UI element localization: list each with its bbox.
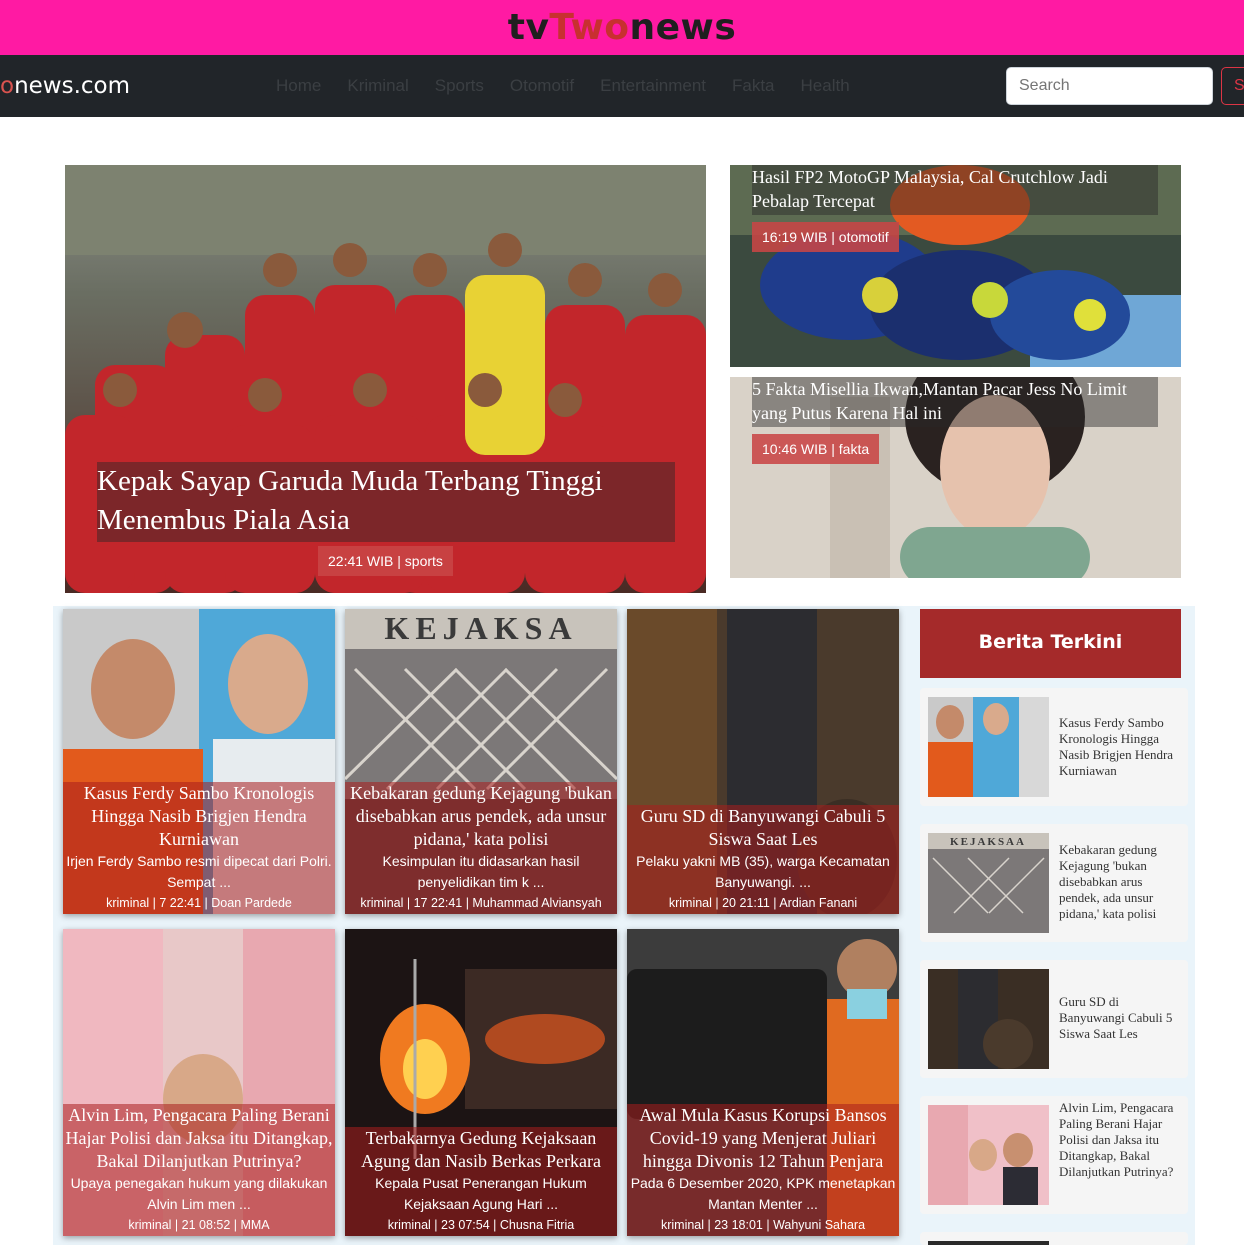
nav-link-otomotif[interactable]: Otomotif	[510, 76, 574, 96]
card-title[interactable]: Alvin Lim, Pengacara Paling Berani Hajar…	[65, 1104, 333, 1173]
news-card[interactable]: Awal Mula Kasus Korupsi Bansos Covid-19 …	[627, 929, 899, 1236]
card-desc: Upaya penegakan hukum yang dilakukan Alv…	[70, 1175, 328, 1212]
card-title[interactable]: Terbakarnya Gedung Kejaksaan Agung dan N…	[347, 1127, 615, 1173]
site-title-part: tv	[507, 7, 550, 48]
card-overlay: Awal Mula Kasus Korupsi Bansos Covid-19 …	[627, 1104, 899, 1236]
nav-link-kriminal[interactable]: Kriminal	[347, 76, 408, 96]
sidebar-item[interactable]: KEJAKSAA Kebakaran gedung Kejagung 'buka…	[920, 824, 1188, 942]
nav-link-home[interactable]: Home	[276, 76, 321, 96]
card-overlay: Terbakarnya Gedung Kejaksaan Agung dan N…	[345, 1127, 617, 1236]
site-title[interactable]: tvTwonews	[0, 0, 1244, 55]
hero-bottom-right-article[interactable]: 5 Fakta Misellia Ikwan,Mantan Pacar Jess…	[730, 377, 1181, 578]
nav-link-entertainment[interactable]: Entertainment	[600, 76, 706, 96]
news-card[interactable]: Guru SD di Banyuwangi Cabuli 5 Siswa Saa…	[627, 609, 899, 914]
navbar-brand-part: news.com	[14, 73, 131, 99]
card-desc: Pelaku yakni MB (35), warga Kecamatan Ba…	[636, 853, 890, 890]
card-meta: kriminal | 20 21:11 | Ardian Fanani	[668, 896, 858, 910]
search-input[interactable]	[1006, 67, 1213, 105]
nav-link-sports[interactable]: Sports	[435, 76, 484, 96]
sidebar-item-title[interactable]: Kasus Ferdy Sambo Kronologis Hingga Nasi…	[1059, 715, 1177, 779]
kejaksaan-sign-small: KEJAKSAA	[950, 836, 1026, 848]
hero-bottom-right-title[interactable]: 5 Fakta Misellia Ikwan,Mantan Pacar Jess…	[752, 377, 1158, 427]
card-title[interactable]: Awal Mula Kasus Korupsi Bansos Covid-19 …	[629, 1104, 897, 1173]
sidebar-item[interactable]: Alvin Lim, Pengacara Paling Berani Hajar…	[920, 1096, 1188, 1214]
card-meta: kriminal | 23 07:54 | Chusna Fitria	[387, 1218, 575, 1232]
hero-main-title[interactable]: Kepak Sayap Garuda Muda Terbang Tinggi M…	[97, 462, 675, 542]
sidebar-item[interactable]: Kasus Ferdy Sambo Kronologis Hingga Nasi…	[920, 688, 1188, 806]
hero-main-article[interactable]: Kepak Sayap Garuda Muda Terbang Tinggi M…	[65, 165, 706, 593]
news-card[interactable]: KEJAKSA Kebakaran gedung Kejagung 'bukan…	[345, 609, 617, 914]
hero-bottom-right-meta: 10:46 WIB | fakta	[752, 434, 880, 464]
card-title[interactable]: Guru SD di Banyuwangi Cabuli 5 Siswa Saa…	[629, 805, 897, 851]
sidebar-item-title[interactable]: Kebakaran gedung Kejagung 'bukan disebab…	[1059, 842, 1177, 922]
search-button[interactable]: Search	[1221, 67, 1244, 105]
card-desc: Kesimpulan itu didasarkan hasil penyelid…	[382, 853, 580, 890]
card-meta: kriminal | 21 08:52 | MMA	[128, 1218, 270, 1232]
card-meta: kriminal | 7 22:41 | Doan Pardede	[106, 896, 292, 910]
card-desc: Kepala Pusat Penerangan Hukum Kejaksaan …	[375, 1175, 587, 1212]
sidebar-thumbnail	[928, 697, 1049, 797]
card-title[interactable]: Kasus Ferdy Sambo Kronologis Hingga Nasi…	[65, 782, 333, 851]
sidebar-thumbnail	[928, 1105, 1049, 1205]
hero-main-meta: 22:41 WIB | sports	[318, 546, 453, 576]
nav-link-health[interactable]: Health	[801, 76, 850, 96]
site-header: tvTwonews	[0, 0, 1244, 55]
card-overlay: Guru SD di Banyuwangi Cabuli 5 Siswa Saa…	[627, 805, 899, 914]
nav-links: Home Kriminal Sports Otomotif Entertainm…	[276, 76, 850, 96]
navbar-brand[interactable]: onews.com	[0, 73, 130, 99]
news-card[interactable]: Terbakarnya Gedung Kejaksaan Agung dan N…	[345, 929, 617, 1236]
navbar-brand-part: o	[0, 73, 15, 99]
news-card[interactable]: Alvin Lim, Pengacara Paling Berani Hajar…	[63, 929, 335, 1236]
site-title-part: Two	[549, 7, 630, 48]
sidebar-item[interactable]: Guru SD di Banyuwangi Cabuli 5 Siswa Saa…	[920, 960, 1188, 1078]
sidebar-thumbnail	[928, 969, 1049, 1069]
hero-top-right-title[interactable]: Hasil FP2 MotoGP Malaysia, Cal Crutchlow…	[752, 165, 1158, 215]
site-title-part: news	[629, 7, 737, 48]
sidebar-header: Berita Terkini	[920, 609, 1181, 678]
sidebar-thumbnail	[928, 1241, 1049, 1245]
card-desc: Irjen Ferdy Sambo resmi dipecat dari Pol…	[66, 853, 332, 890]
sidebar-item-title[interactable]: Guru SD di Banyuwangi Cabuli 5 Siswa Saa…	[1059, 994, 1177, 1042]
card-meta: kriminal | 23 18:01 | Wahyuni Sahara	[660, 1218, 866, 1232]
hero-top-right-article[interactable]: Hasil FP2 MotoGP Malaysia, Cal Crutchlow…	[730, 165, 1181, 367]
navbar: onews.com Home Kriminal Sports Otomotif …	[0, 55, 1244, 117]
sidebar-item-title[interactable]: Alvin Lim, Pengacara Paling Berani Hajar…	[1059, 1100, 1177, 1180]
card-desc: Pada 6 Desember 2020, KPK menetapkan Man…	[630, 1175, 896, 1212]
nav-link-fakta[interactable]: Fakta	[732, 76, 775, 96]
kejaksaan-sign: KEJAKSA	[384, 610, 577, 646]
sidebar-thumbnail: KEJAKSAA	[928, 833, 1049, 933]
news-card[interactable]: Kasus Ferdy Sambo Kronologis Hingga Nasi…	[63, 609, 335, 914]
hero-top-right-meta: 16:19 WIB | otomotif	[752, 222, 899, 252]
card-overlay: Kasus Ferdy Sambo Kronologis Hingga Nasi…	[63, 782, 335, 914]
sidebar-item[interactable]	[920, 1232, 1188, 1245]
card-overlay: Kebakaran gedung Kejagung 'bukan disebab…	[345, 782, 617, 914]
card-meta: kriminal | 17 22:41 | Muhammad Alviansya…	[360, 896, 602, 910]
card-overlay: Alvin Lim, Pengacara Paling Berani Hajar…	[63, 1104, 335, 1236]
card-title[interactable]: Kebakaran gedung Kejagung 'bukan disebab…	[347, 782, 615, 851]
